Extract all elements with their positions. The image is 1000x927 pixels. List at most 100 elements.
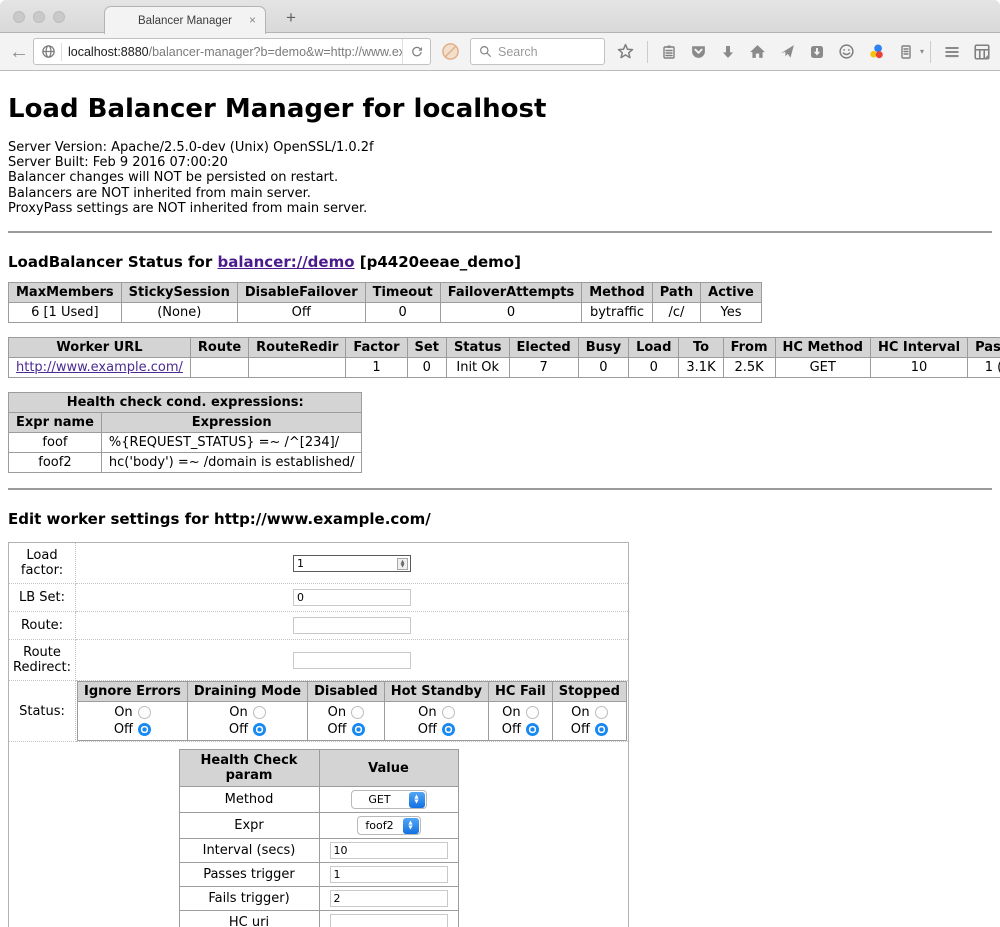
load-factor-input[interactable] <box>293 555 411 572</box>
status-table: Ignore ErrorsDraining ModeDisabledHot St… <box>77 681 627 741</box>
radio-off-hot-standby[interactable] <box>442 723 455 736</box>
column-header: Factor <box>346 338 407 358</box>
radio-label: Off <box>229 721 248 738</box>
proxypass-note-line: ProxyPass settings are NOT inherited fro… <box>8 201 992 216</box>
chevron-down-icon[interactable]: ▾ <box>920 47 924 56</box>
table-cell: GET <box>775 358 870 378</box>
hc-input-passes-trigger[interactable] <box>330 866 448 883</box>
radio-off-draining-mode[interactable] <box>253 723 266 736</box>
divider <box>8 488 992 490</box>
table-cell: bytraffic <box>582 303 652 323</box>
radio-on-hot-standby[interactable] <box>442 706 455 719</box>
balancer-link[interactable]: balancer://demo <box>217 253 354 271</box>
tab-groups-icon[interactable] <box>973 43 991 61</box>
worker-url-link[interactable]: http://www.example.com/ <box>16 360 183 375</box>
radio-on-disabled[interactable] <box>351 706 364 719</box>
minimize-window-button[interactable] <box>33 11 45 23</box>
column-header: From <box>723 338 775 358</box>
column-header: Expr name <box>9 413 102 433</box>
forum-smiley-icon[interactable] <box>838 43 855 60</box>
reading-list-icon[interactable] <box>661 44 677 60</box>
radio-off-disabled[interactable] <box>352 723 365 736</box>
navigation-toolbar: ← localhost:8880/balancer-manager?b=demo… <box>0 33 1000 71</box>
table-cell: Init Ok <box>446 358 509 378</box>
hc-input-interval-secs[interactable] <box>330 842 448 859</box>
balancer-status-table: MaxMembersStickySessionDisableFailoverTi… <box>8 282 762 323</box>
status-radio-cell: OnOff <box>384 702 488 741</box>
back-icon[interactable]: ← <box>9 42 29 62</box>
table-cell: 0 <box>578 358 628 378</box>
home-icon[interactable] <box>749 43 766 60</box>
table-cell: 0 <box>629 358 679 378</box>
column-header: Path <box>652 283 700 303</box>
radio-off-hc-fail[interactable] <box>526 723 539 736</box>
column-header: StickySession <box>121 283 237 303</box>
adblock-icon[interactable] <box>441 42 460 61</box>
column-header: Draining Mode <box>187 682 307 702</box>
lb-set-input[interactable] <box>293 589 411 606</box>
column-header: HC Method <box>775 338 870 358</box>
hc-expr-select[interactable]: foof2 ▲▼ <box>357 816 421 835</box>
globe-icon <box>34 44 61 59</box>
hc-input-fails-trigger[interactable] <box>330 890 448 907</box>
heading-prefix: LoadBalancer Status for <box>8 253 217 271</box>
radio-on-draining-mode[interactable] <box>253 706 266 719</box>
radio-label: Off <box>571 721 590 738</box>
hc-params-table: Health Check param Value Method GET <box>179 749 459 927</box>
radio-on-ignore-errors[interactable] <box>138 706 151 719</box>
hc-param-label: Fails trigger) <box>179 887 319 911</box>
route-redirect-input[interactable] <box>293 652 411 669</box>
heading-suffix: [p4420eeae_demo] <box>355 253 521 271</box>
tab-close-icon[interactable]: × <box>249 13 256 27</box>
hc-value-cell <box>319 863 458 887</box>
radio-on-stopped[interactable] <box>595 706 608 719</box>
status-radio-cell: OnOff <box>489 702 553 741</box>
reload-icon[interactable] <box>402 39 430 64</box>
hc-input-hc-uri[interactable] <box>330 914 448 927</box>
table-cell: 1 <box>346 358 407 378</box>
table-cell: 1 (0) <box>968 358 1000 378</box>
new-tab-button[interactable]: + <box>280 8 302 28</box>
field-label: Route: <box>9 612 76 640</box>
browser-tab[interactable]: Balancer Manager × <box>104 6 266 34</box>
table-cell: 3.1K <box>679 358 723 378</box>
pocket-icon[interactable] <box>690 43 707 60</box>
status-radio-cell: OnOff <box>78 702 188 741</box>
hc-param-label: Passes trigger <box>179 863 319 887</box>
radio-off-ignore-errors[interactable] <box>138 723 151 736</box>
close-window-button[interactable] <box>13 11 25 23</box>
radio-on-hc-fail[interactable] <box>526 706 539 719</box>
url-text[interactable]: localhost:8880/balancer-manager?b=demo&w… <box>68 45 402 59</box>
bookmark-star-icon[interactable] <box>617 43 634 60</box>
radio-off-stopped[interactable] <box>595 723 608 736</box>
table-row: OnOffOnOffOnOffOnOffOnOffOnOff <box>78 702 627 741</box>
toolbar-separator-2 <box>930 41 931 63</box>
hc-expressions-table: Health check cond. expressions: Expr nam… <box>8 392 362 473</box>
url-separator <box>61 43 62 61</box>
downloads-icon[interactable] <box>720 44 736 60</box>
send-tab-icon[interactable] <box>779 43 796 60</box>
column-header: RouteRedir <box>249 338 346 358</box>
panel-download-icon[interactable] <box>809 44 825 60</box>
search-input[interactable]: Search <box>470 38 605 65</box>
table-cell: Yes <box>701 303 762 323</box>
column-header: HC Interval <box>870 338 967 358</box>
route-input[interactable] <box>293 617 411 634</box>
extension-dots-icon[interactable] <box>868 43 885 60</box>
hc-param-label: Expr <box>179 813 319 839</box>
number-spinner-icon[interactable]: ▲▼ <box>397 558 408 570</box>
menu-hamburger-icon[interactable] <box>943 43 961 61</box>
zoom-window-button[interactable] <box>53 11 65 23</box>
url-bar[interactable]: localhost:8880/balancer-manager?b=demo&w… <box>33 38 431 65</box>
server-info: Server Version: Apache/2.5.0-dev (Unix) … <box>8 140 992 216</box>
hc-row-method: Method GET ▲▼ <box>179 787 458 813</box>
table-header-row: MaxMembersStickySessionDisableFailoverTi… <box>9 283 762 303</box>
table-cell: 2.5K <box>723 358 775 378</box>
hc-method-select[interactable]: GET ▲▼ <box>351 790 427 809</box>
column-header: Method <box>582 283 652 303</box>
table-row: foof2hc('body') =~ /domain is establishe… <box>9 453 362 473</box>
column-header: Hot Standby <box>384 682 488 702</box>
expression-cell: %{REQUEST_STATUS} =~ /^[234]/ <box>101 433 362 453</box>
field-label: LB Set: <box>9 584 76 612</box>
sidebar-clipboard-icon[interactable] <box>898 44 914 60</box>
